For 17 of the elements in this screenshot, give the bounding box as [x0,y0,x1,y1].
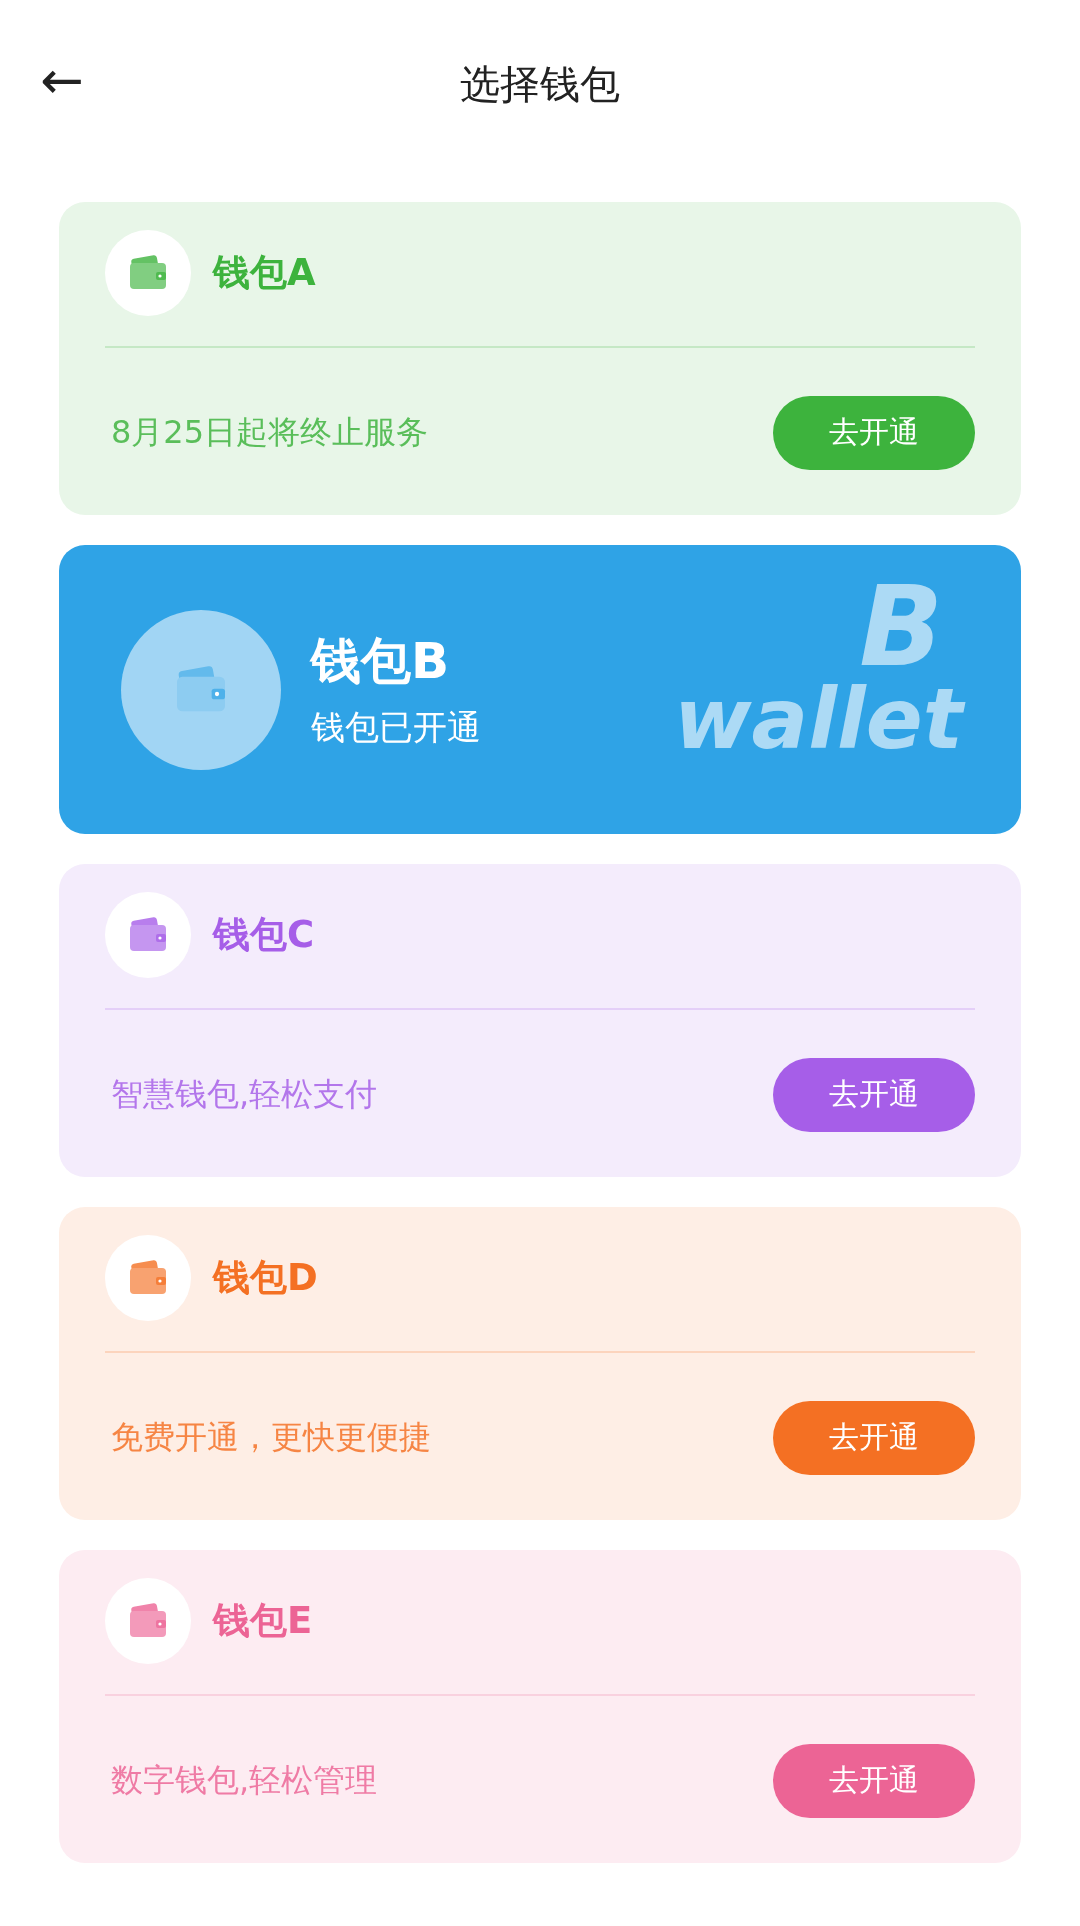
wallet-description: 智慧钱包,轻松支付 [111,1073,378,1115]
activate-button[interactable]: 去开通 [773,1057,975,1132]
activate-button[interactable]: 去开通 [773,395,975,470]
wallet-name: 钱包D [213,1255,318,1301]
wallet-status: 钱包已开通 [311,706,481,749]
wallet-name: 钱包E [213,1598,313,1644]
wallet-name: 钱包B [311,631,451,692]
wallet-name: 钱包C [213,912,315,958]
wallet-description: 8月25日起将终止服务 [111,411,429,453]
activate-button[interactable]: 去开通 [773,1743,975,1818]
activate-button[interactable]: 去开通 [773,1400,975,1475]
wallet-name: 钱包A [213,250,316,296]
back-button[interactable]: ← [40,54,84,106]
wallet-description: 免费开通，更快更便捷 [111,1416,431,1458]
wallet-description: 数字钱包,轻松管理 [111,1759,378,1801]
decor-letter: B [859,575,943,680]
page-title: 选择钱包 [460,59,620,109]
